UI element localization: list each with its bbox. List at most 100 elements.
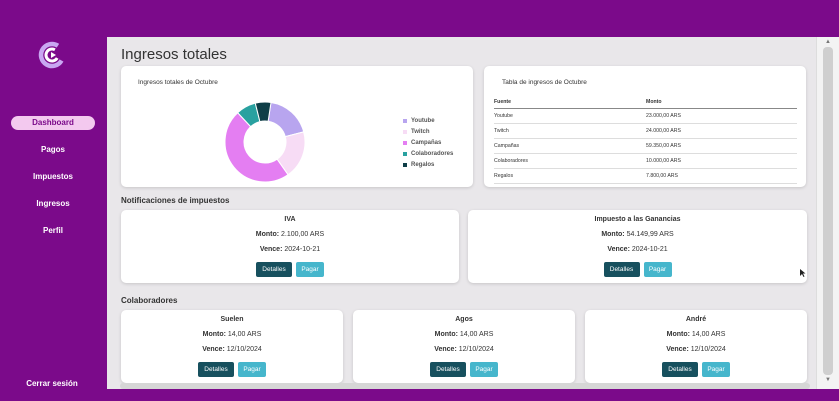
sidebar-item-perfil[interactable]: Perfil	[11, 224, 95, 238]
table-cell-amount: 59.350,00 ARS	[646, 138, 797, 154]
logout-button[interactable]: Cerrar sesión	[10, 379, 94, 388]
collaborator-due-line: Vence: 12/10/2024	[353, 346, 575, 353]
donut-slice-youtube	[267, 101, 305, 138]
amount-label: Monto:	[255, 231, 280, 238]
details-button[interactable]: Detalles	[430, 362, 466, 377]
legend-item: Twitch	[403, 126, 453, 137]
amount-value: 54.149,99 ARS	[626, 231, 674, 238]
scrollbar-thumb[interactable]	[823, 47, 833, 375]
legend-swatch	[403, 140, 407, 145]
table-header-row: Fuente Monto	[494, 96, 797, 109]
tax-amount-line: Monto: 2.100,00 ARS	[121, 231, 459, 238]
tax-card-iva: IVA Monto: 2.100,00 ARS Vence: 2024-10-2…	[121, 210, 459, 283]
pay-button[interactable]: Pagar	[470, 362, 498, 377]
pay-button[interactable]: Pagar	[238, 362, 266, 377]
details-button[interactable]: Detalles	[662, 362, 698, 377]
table-title: Tabla de ingresos de Octubre	[502, 79, 587, 86]
collaborator-amount-line: Monto: 14,00 ARS	[353, 331, 575, 338]
sidebar: Dashboard Pagos Impuestos Ingresos Perfi…	[0, 0, 107, 401]
due-label: Vence:	[666, 346, 689, 353]
pay-button[interactable]: Pagar	[296, 262, 324, 277]
tax-amount-line: Monto: 54.149,99 ARS	[468, 231, 807, 238]
tax-name: IVA	[284, 216, 296, 223]
collaborator-card: André Monto: 14,00 ARS Vence: 12/10/2024…	[585, 310, 807, 383]
scroll-up-icon[interactable]: ▲	[817, 39, 839, 45]
legend-item: Campañas	[403, 137, 453, 148]
legend-item: Youtube	[403, 115, 453, 126]
legend-swatch	[403, 151, 407, 156]
amount-label: Monto:	[202, 331, 226, 338]
chart-title: Ingresos totales de Octubre	[138, 79, 218, 86]
collaborator-due-line: Vence: 12/10/2024	[585, 346, 807, 353]
collaborator-name: André	[685, 316, 707, 323]
table-cell-amount: 23.000,00 ARS	[646, 108, 797, 124]
due-value: 12/10/2024	[690, 346, 726, 353]
top-bar	[0, 0, 839, 37]
table-cell-source: Twitch	[494, 123, 646, 139]
amount-value: 14,00 ARS	[227, 331, 262, 338]
amount-value: 14,00 ARS	[459, 331, 494, 338]
table-row: Campañas 59.350,00 ARS	[494, 138, 797, 154]
collaborator-card: Agos Monto: 14,00 ARS Vence: 12/10/2024 …	[353, 310, 575, 383]
due-label: Vence:	[202, 346, 225, 353]
table-row: Twitch 24.000,00 ARS	[494, 123, 797, 139]
income-table: Fuente Monto Youtube 23.000,00 ARS Twitc…	[494, 96, 797, 184]
tax-name: Impuesto a las Ganancias	[594, 216, 681, 223]
pay-button[interactable]: Pagar	[702, 362, 730, 377]
collaborator-amount-line: Monto: 14,00 ARS	[121, 331, 343, 338]
table-cell-source: Colaboradores	[494, 153, 646, 169]
tax-due-line: Vence: 2024-10-21	[121, 246, 459, 253]
legend-label: Twitch	[411, 128, 430, 135]
table-cell-source: Campañas	[494, 138, 646, 154]
table-cell-source: Youtube	[494, 108, 646, 124]
column-header-monto: Monto	[646, 96, 797, 109]
collaborator-name: Suelen	[220, 316, 244, 323]
due-label: Vence:	[607, 246, 630, 253]
page-title: Ingresos totales	[121, 46, 227, 63]
due-label: Vence:	[434, 346, 457, 353]
legend-swatch	[403, 162, 407, 167]
sidebar-item-impuestos[interactable]: Impuestos	[11, 170, 95, 184]
legend-label: Campañas	[411, 139, 442, 146]
tax-due-line: Vence: 2024-10-21	[468, 246, 807, 253]
table-cell-amount: 24.000,00 ARS	[646, 123, 797, 139]
details-button[interactable]: Detalles	[256, 262, 292, 277]
amount-label: Monto:	[434, 331, 458, 338]
sidebar-item-ingresos[interactable]: Ingresos	[11, 197, 95, 211]
table-cell-amount: 10.000,00 ARS	[646, 153, 797, 169]
tax-card-ganancias: Impuesto a las Ganancias Monto: 54.149,9…	[468, 210, 807, 283]
amount-label: Monto:	[666, 331, 690, 338]
legend-item: Colaboradores	[403, 148, 453, 159]
legend-swatch	[403, 118, 407, 123]
collaborator-card: Suelen Monto: 14,00 ARS Vence: 12/10/202…	[121, 310, 343, 383]
collaborators-section-title: Colaboradores	[121, 296, 178, 305]
due-label: Vence:	[259, 246, 283, 253]
vertical-scrollbar[interactable]: ▲ ▼	[816, 37, 839, 389]
collaborator-amount-line: Monto: 14,00 ARS	[585, 331, 807, 338]
due-value: 12/10/2024	[458, 346, 494, 353]
pay-button[interactable]: Pagar	[643, 262, 672, 277]
due-value: 12/10/2024	[226, 346, 262, 353]
table-row: Regalos 7.800,00 ARS	[494, 168, 797, 184]
column-header-fuente: Fuente	[494, 96, 646, 109]
collaborator-due-line: Vence: 12/10/2024	[121, 346, 343, 353]
amount-value: 2.100,00 ARS	[281, 231, 325, 238]
table-row: Colaboradores 10.000,00 ARS	[494, 153, 797, 169]
table-cell-source: Regalos	[494, 168, 646, 184]
details-button[interactable]: Detalles	[603, 262, 640, 277]
sidebar-item-dashboard[interactable]: Dashboard	[11, 116, 95, 130]
scroll-down-icon[interactable]: ▼	[817, 377, 839, 383]
table-row: Youtube 23.000,00 ARS	[494, 108, 797, 124]
sidebar-item-pagos[interactable]: Pagos	[11, 143, 95, 157]
collaborator-name: Agos	[455, 316, 473, 323]
donut-chart	[224, 101, 306, 183]
legend-label: Colaboradores	[411, 150, 454, 157]
taxes-section-title: Notificaciones de impuestos	[121, 196, 230, 205]
app-logo-icon	[38, 41, 66, 69]
due-value: 2024-10-21	[631, 246, 668, 253]
amount-label: Monto:	[601, 231, 625, 238]
due-value: 2024-10-21	[284, 246, 321, 253]
details-button[interactable]: Detalles	[198, 362, 234, 377]
legend-label: Regalos	[411, 161, 435, 168]
table-cell-amount: 7.800,00 ARS	[646, 168, 797, 184]
